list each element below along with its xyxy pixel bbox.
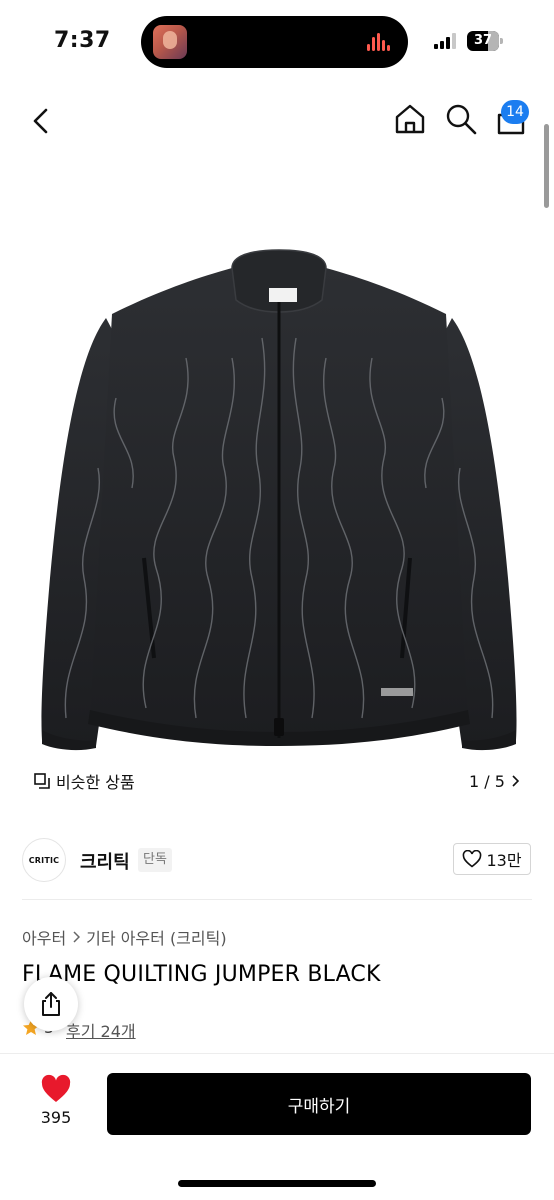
breadcrumb: 아우터 기타 아우터 (크리틱) [22, 925, 227, 949]
product-title: FLAME QUILTING JUMPER BLACK [22, 962, 381, 987]
chevron-right-icon [512, 775, 519, 787]
home-icon[interactable] [393, 102, 427, 136]
brand-name[interactable]: 크리틱 [80, 848, 130, 874]
now-playing-artwork [153, 25, 187, 59]
product-image-jacket[interactable] [36, 248, 522, 760]
share-button[interactable] [24, 977, 78, 1031]
similar-products-icon [34, 773, 50, 789]
divider [22, 899, 532, 900]
back-arrow-icon[interactable] [26, 104, 56, 138]
brand-logo[interactable]: CRITIC [22, 838, 66, 882]
dynamic-island[interactable] [141, 16, 408, 68]
brand-like-button[interactable]: 13만 [453, 843, 531, 875]
heart-outline-icon [463, 850, 482, 868]
scroll-indicator [544, 124, 549, 208]
review-link[interactable]: 후기 24개 [66, 1018, 136, 1042]
cart-count-badge: 14 [501, 100, 529, 124]
signal-icon [434, 33, 458, 49]
similar-products-button[interactable]: 비슷한 상품 [22, 765, 148, 797]
breadcrumb-separator-icon [72, 928, 81, 947]
status-time: 7:37 [54, 28, 111, 53]
status-bar: 7:37 37 [0, 0, 554, 84]
brand-logo-text: CRITIC [28, 855, 60, 865]
image-pager[interactable]: 1 / 5 [457, 765, 531, 797]
similar-products-label: 비슷한 상품 [56, 773, 135, 792]
battery-icon: 37 [467, 31, 503, 51]
buy-button-label: 구매하기 [287, 1096, 351, 1117]
exclusive-tag: 단독 [138, 848, 172, 872]
image-pager-text: 1 / 5 [469, 771, 505, 791]
share-icon [42, 992, 60, 1016]
brand-like-count: 13만 [486, 851, 522, 870]
audio-wave-icon [367, 33, 393, 51]
breadcrumb-item[interactable]: 아우터 [22, 925, 66, 949]
breadcrumb-item[interactable]: 기타 아우터 (크리틱) [86, 925, 226, 949]
buy-button[interactable]: 구매하기 [107, 1073, 531, 1135]
battery-level: 37 [473, 33, 493, 48]
search-icon[interactable] [444, 102, 478, 136]
home-indicator [178, 1180, 376, 1187]
product-like-count: 395 [40, 1108, 72, 1127]
heart-filled-icon[interactable] [40, 1074, 72, 1104]
